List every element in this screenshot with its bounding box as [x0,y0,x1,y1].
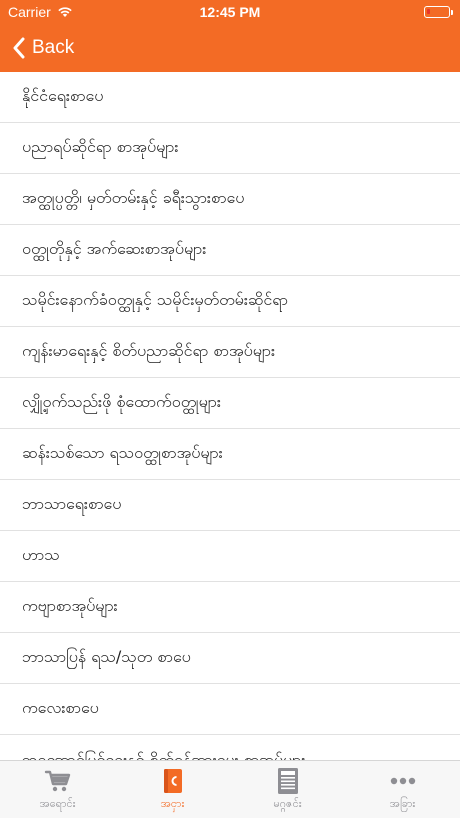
tab-bar: အရောင်း အငှား မဂ္ဂဇင်း အခြား [0,760,460,818]
tab-magazine-label: မဂ္ဂဇင်း [273,797,302,810]
navigation-bar: Back [0,24,460,72]
more-icon [388,767,418,795]
category-list: နိုင်ငံရေးစာပေ ပညာရပ်ဆိုင်ရာ စာအုပ်များ … [0,72,460,760]
list-item-label: လျှို့ဝှက်သည်းဖို စုံထောက်ဝတ္ထုများ [22,392,221,411]
top-bar: Carrier 12:45 PM Back [0,0,460,72]
list-item-label: ကဗျာစာအုပ်များ [22,596,118,615]
list-item[interactable]: ဝတ္ထုတိုနှင့် အက်ဆေးစာအုပ်များ [0,225,460,276]
app-screen: Carrier 12:45 PM Back နိုင်ငံရေးစာပေ ပညာ… [0,0,460,818]
list-item[interactable]: ဘဝအောင်မြင်ရေးနှင့် စိတ်ခွန်အားပေး စာအုပ… [0,735,460,761]
status-bar: Carrier 12:45 PM [0,0,460,24]
list-item[interactable]: ဆန်းသစ်သော ရသဝတ္ထုစာအုပ်များ [0,429,460,480]
tab-rent-label: အငှား [160,797,185,810]
tab-magazine[interactable]: မဂ္ဂဇင်း [230,761,345,818]
list-item[interactable]: ကျန်းမာရေးနှင့် စိတ်ပညာဆိုင်ရာ စာအုပ်မျာ… [0,327,460,378]
list-item-label: ကလေးစာပေ [22,698,99,717]
list-item-label: ဘဝအောင်မြင်ရေးနှင့် စိတ်ခွန်အားပေး စာအုပ… [22,749,306,761]
list-item[interactable]: သမိုင်းနောက်ခံဝတ္ထုနှင့် သမိုင်းမှတ်တမ်း… [0,276,460,327]
list-item[interactable]: နိုင်ငံရေးစာပေ [0,72,460,123]
list-item[interactable]: ဘာသာပြန် ရသ/သုတ စာပေ [0,633,460,684]
cart-icon [43,767,73,795]
battery-icon [424,6,453,18]
list-item-label: ဟာသ [22,545,60,564]
list-item[interactable]: လျှို့ဝှက်သည်းဖို စုံထောက်ဝတ္ထုများ [0,378,460,429]
list-item-label: သမိုင်းနောက်ခံဝတ္ထုနှင့် သမိုင်းမှတ်တမ်း… [22,290,288,309]
list-item[interactable]: ကဗျာစာအုပ်များ [0,582,460,633]
tab-more[interactable]: အခြား [345,761,460,818]
list-item-label: နိုင်ငံရေးစာပေ [22,86,104,105]
list-item[interactable]: ကလေးစာပေ [0,684,460,735]
battery-level-fill [427,9,430,14]
list-item[interactable]: ဘာသာရေးစာပေ [0,480,460,531]
back-label: Back [32,37,75,58]
list-item-label: ဝတ္ထုတိုနှင့် အက်ဆေးစာအုပ်များ [22,239,207,258]
list-item-label: ဆန်းသစ်သော ရသဝတ္ထုစာအုပ်များ [22,443,223,462]
back-button[interactable]: Back [12,32,74,64]
tab-sale-label: အရောင်း [39,797,76,810]
magazine-icon [273,767,303,795]
list-item-label: ဘာသာပြန် ရသ/သုတ စာပေ [22,647,191,666]
chevron-left-icon [13,37,25,59]
book-icon [158,767,188,795]
tab-more-label: အခြား [389,797,416,810]
list-item[interactable]: ဟာသ [0,531,460,582]
list-item[interactable]: ပညာရပ်ဆိုင်ရာ စာအုပ်များ [0,123,460,174]
list-item[interactable]: အတ္ထုပ္ပတ္တိ၊ မှတ်တမ်းနှင့် ခရီးသွားစာပေ [0,174,460,225]
tab-rent[interactable]: အငှား [115,761,230,818]
list-item-label: ပညာရပ်ဆိုင်ရာ စာအုပ်များ [22,137,179,156]
list-item-label: ကျန်းမာရေးနှင့် စိတ်ပညာဆိုင်ရာ စာအုပ်မျာ… [22,341,276,360]
status-time: 12:45 PM [199,4,261,20]
tab-sale[interactable]: အရောင်း [0,761,115,818]
list-item-label: အတ္ထုပ္ပတ္တိ၊ မှတ်တမ်းနှင့် ခရီးသွားစာပေ [22,188,245,207]
list-item-label: ဘာသာရေးစာပေ [22,494,122,513]
